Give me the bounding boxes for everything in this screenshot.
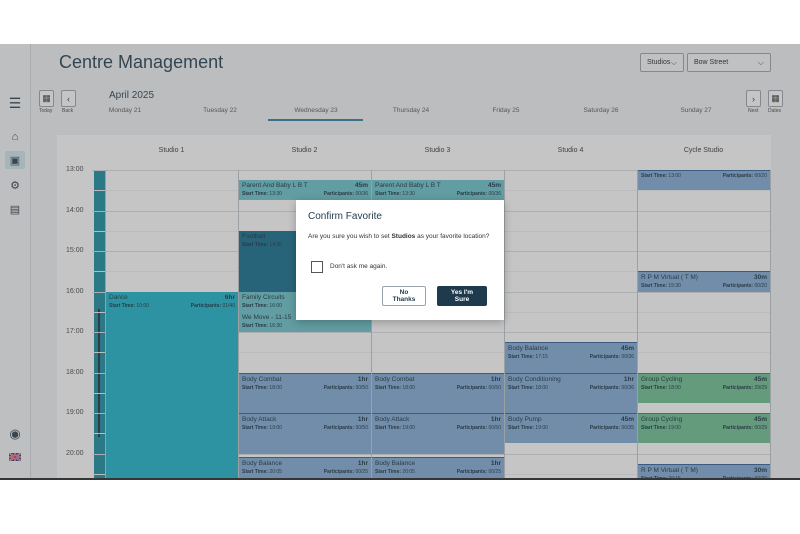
dont-ask-checkbox[interactable]	[311, 261, 323, 273]
dialog-message-location: Studios	[391, 233, 416, 240]
dialog-title: Confirm Favorite	[308, 211, 382, 222]
no-thanks-button[interactable]: No Thanks	[382, 286, 426, 306]
dialog-message-end: as your favorite location?	[415, 233, 490, 240]
yes-sure-button[interactable]: Yes I'm Sure	[437, 286, 487, 306]
dialog-message: Are you sure you wish to set Studios as …	[308, 232, 490, 242]
confirm-favorite-dialog: Confirm Favorite Are you sure you wish t…	[296, 200, 504, 320]
dialog-message-start: Are you sure you wish to set	[308, 233, 392, 240]
dont-ask-label: Don't ask me again.	[330, 263, 388, 270]
